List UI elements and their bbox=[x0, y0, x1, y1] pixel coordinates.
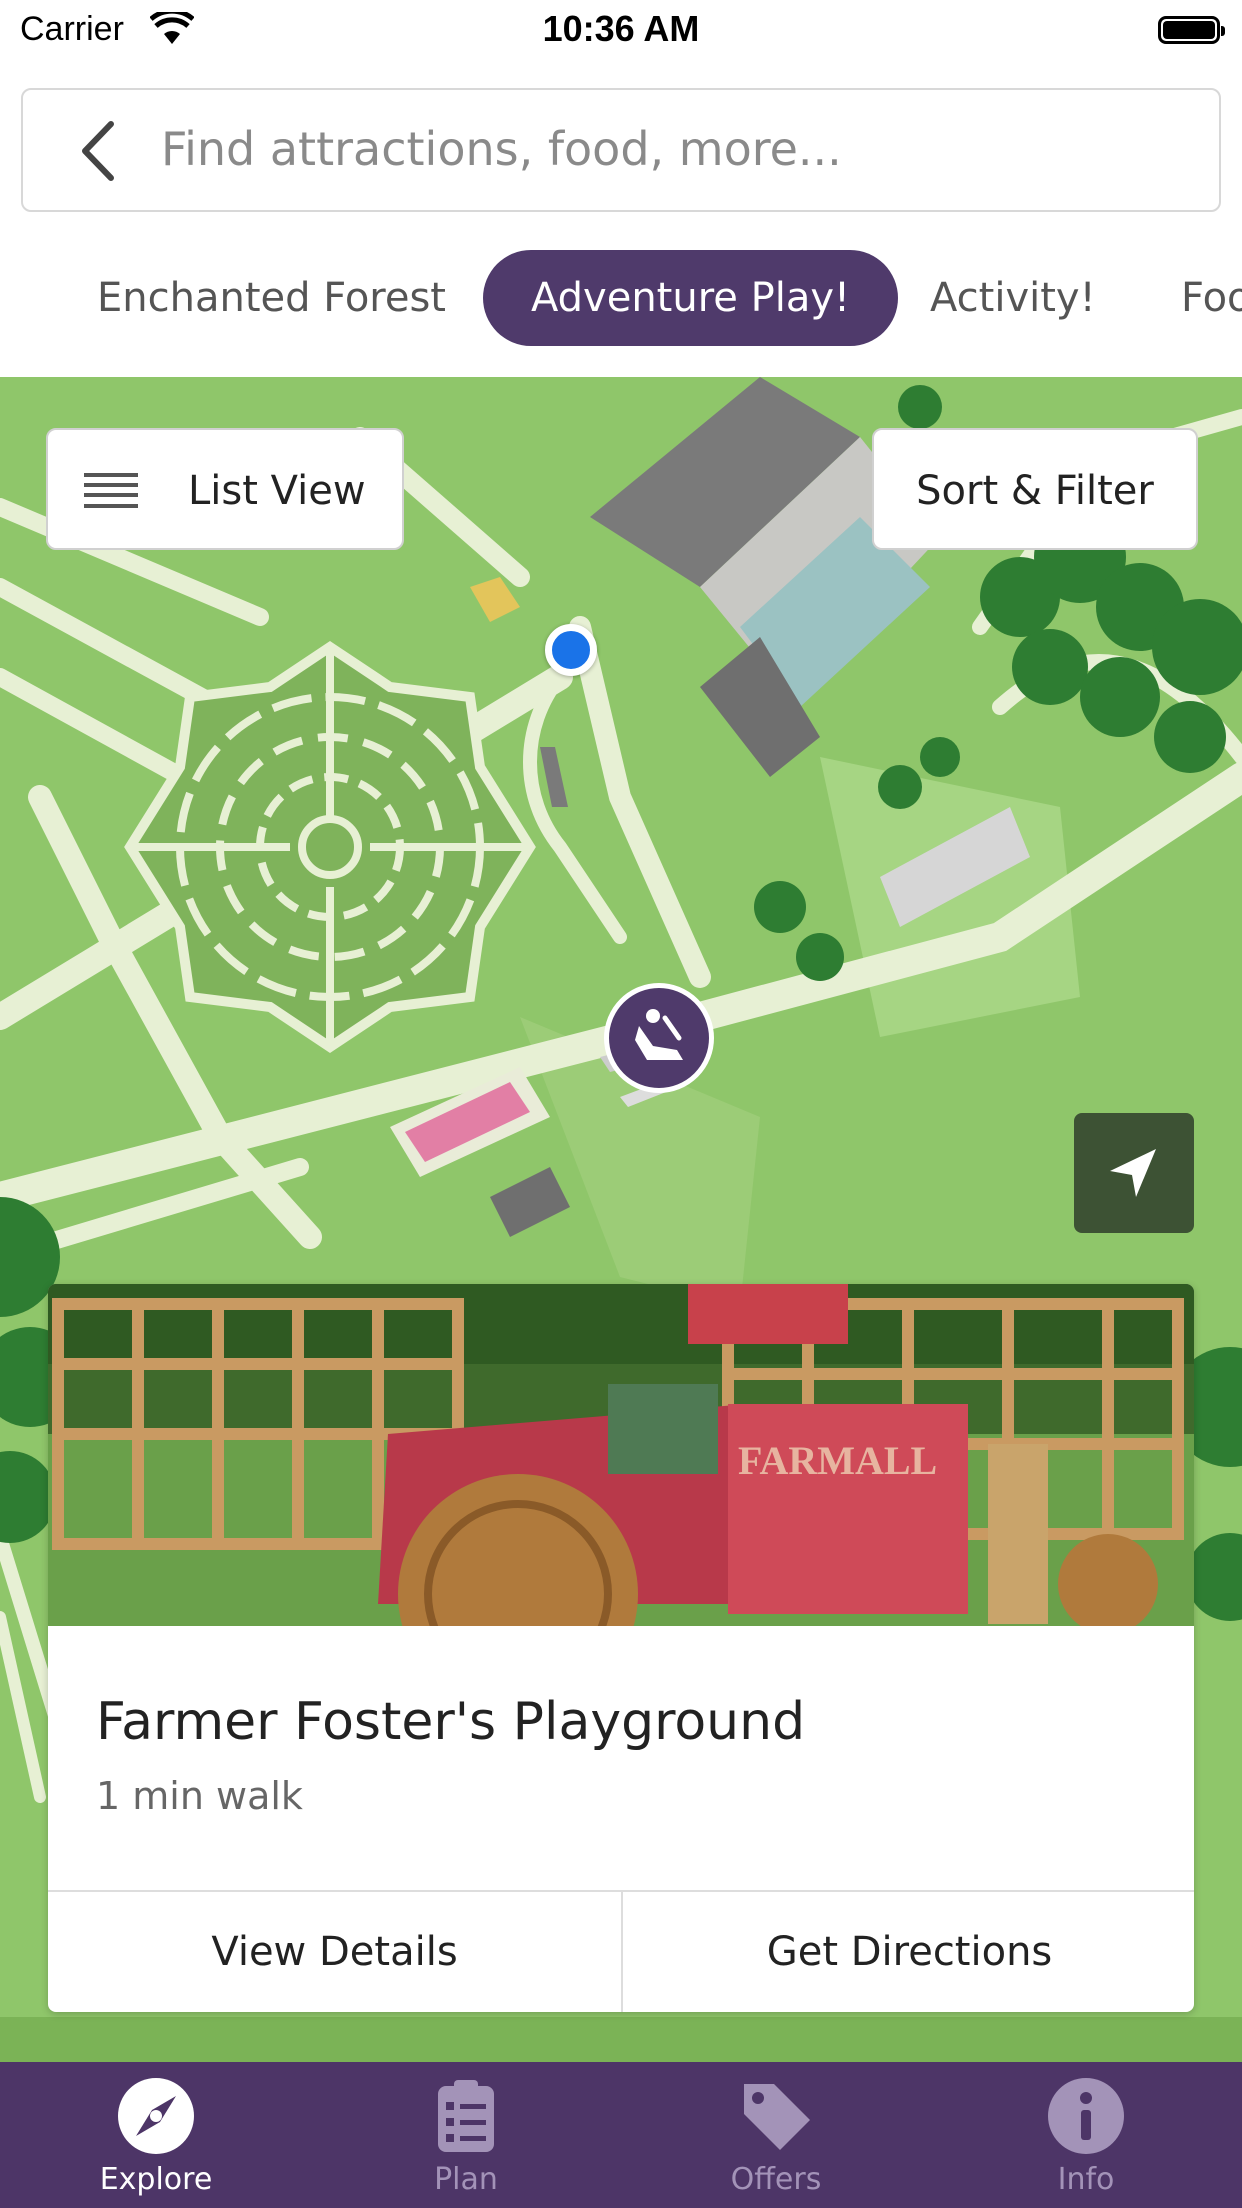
tab-food[interactable]: Foo bbox=[1181, 250, 1242, 346]
tab-label: Plan bbox=[434, 2162, 498, 2197]
status-bar: Carrier 10:36 AM bbox=[0, 0, 1242, 62]
search-input[interactable]: Find attractions, food, more... bbox=[161, 122, 842, 176]
sort-filter-button[interactable]: Sort & Filter bbox=[872, 428, 1198, 550]
attraction-photo: FARMALL bbox=[48, 1284, 1194, 1626]
playground-pin[interactable] bbox=[604, 983, 714, 1093]
tab-label: Explore bbox=[99, 2162, 213, 2197]
location-arrow-icon bbox=[1110, 1149, 1156, 1197]
svg-text:FARMALL: FARMALL bbox=[738, 1438, 937, 1483]
clock: 10:36 AM bbox=[542, 8, 700, 49]
compass-icon bbox=[118, 2078, 194, 2154]
tab-explore[interactable]: Explore bbox=[1, 2062, 311, 2208]
tab-info[interactable]: Info bbox=[931, 2062, 1241, 2208]
search-bar[interactable]: Find attractions, food, more... bbox=[21, 88, 1221, 212]
info-icon bbox=[1048, 2078, 1124, 2154]
clipboard-list-icon bbox=[438, 2080, 494, 2152]
category-tabs: Enchanted Forest Adventure Play! Activit… bbox=[0, 238, 1242, 377]
list-view-button[interactable]: List View bbox=[46, 428, 404, 550]
list-view-label: List View bbox=[188, 468, 366, 514]
sort-filter-label: Sort & Filter bbox=[916, 468, 1154, 514]
bottom-tab-bar: Explore Plan Offers Info bbox=[0, 2062, 1242, 2208]
tab-offers[interactable]: Offers bbox=[621, 2062, 931, 2208]
recenter-location-button[interactable] bbox=[1074, 1113, 1194, 1233]
battery-icon bbox=[1158, 16, 1225, 44]
tab-activity[interactable]: Activity! bbox=[930, 250, 1096, 346]
attraction-title: Farmer Foster's Playground bbox=[96, 1692, 806, 1752]
tab-label: Offers bbox=[730, 2162, 822, 2197]
list-icon bbox=[84, 473, 138, 508]
tab-label: Info bbox=[1057, 2162, 1115, 2197]
get-directions-button[interactable]: Get Directions bbox=[623, 1892, 1194, 2012]
back-chevron-icon[interactable] bbox=[71, 118, 131, 184]
view-details-button[interactable]: View Details bbox=[48, 1892, 621, 2012]
tag-icon bbox=[744, 2084, 810, 2150]
current-location-dot bbox=[545, 624, 597, 676]
attraction-card[interactable]: FARMALL Farmer Foster's Playground 1 min… bbox=[48, 1284, 1194, 2012]
maze bbox=[124, 640, 536, 1054]
tab-enchanted-forest[interactable]: Enchanted Forest bbox=[97, 250, 446, 346]
walk-time: 1 min walk bbox=[96, 1774, 303, 1818]
tab-adventure-play[interactable]: Adventure Play! bbox=[483, 250, 899, 346]
tab-plan[interactable]: Plan bbox=[311, 2062, 621, 2208]
slide-icon bbox=[635, 1009, 683, 1060]
